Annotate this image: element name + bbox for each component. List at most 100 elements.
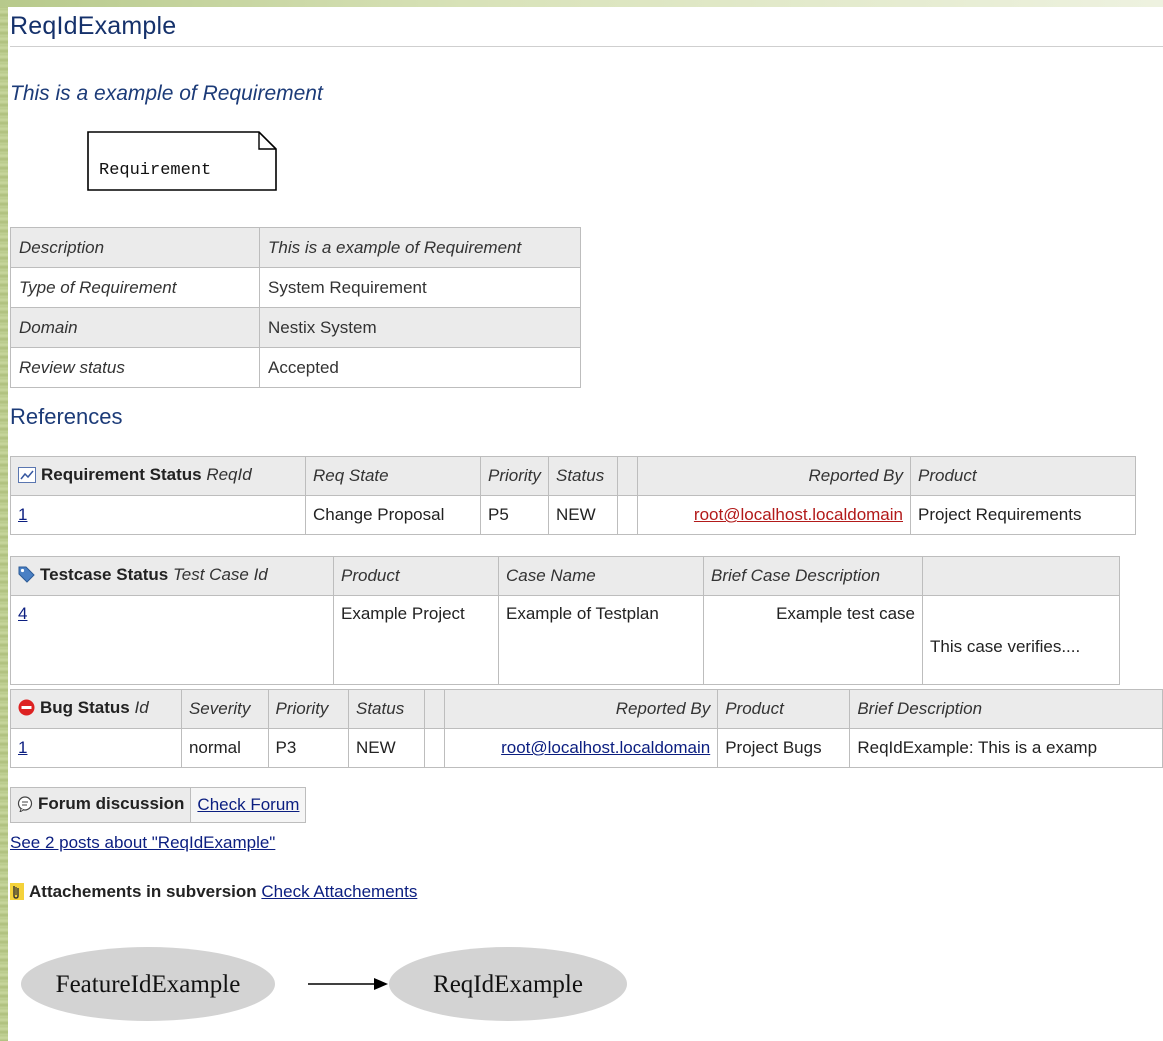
column-header: Status: [347, 689, 426, 729]
status-cell: NEW: [548, 495, 618, 535]
requirement-note-shape: Requirement: [87, 131, 277, 191]
check-forum-link[interactable]: Check Forum: [197, 795, 299, 814]
table-row: Description This is a example of Require…: [10, 227, 581, 268]
property-value: This is a example of Requirement: [259, 227, 581, 268]
left-decor-bar: [0, 0, 8, 1041]
column-header: Priority: [267, 689, 350, 729]
bug-status-header: Bug Status Id: [10, 689, 182, 729]
property-key: Description: [10, 227, 260, 268]
bug-id-link[interactable]: 1: [18, 738, 27, 757]
column-header: Brief Case Description: [703, 556, 923, 596]
property-value: Nestix System: [259, 307, 581, 348]
graph-node-from-label: FeatureIdExample: [56, 971, 241, 998]
id-cell: 4: [10, 595, 334, 685]
table-header-row: Requirement Status ReqId Req State Prior…: [10, 456, 1136, 496]
column-header: Brief Description: [849, 689, 1163, 729]
column-header: Product: [333, 556, 499, 596]
table-row: Type of Requirement System Requirement: [10, 267, 581, 308]
table-row: 4 Example Project Example of Testplan Ex…: [10, 595, 1120, 685]
bug-status-title: Bug Status: [40, 697, 130, 717]
id-column-label: Test Case Id: [172, 564, 268, 584]
forum-title-cell: Forum discussion: [9, 787, 192, 823]
requirement-status-title: Requirement Status: [41, 464, 202, 484]
status-cell: NEW: [347, 728, 426, 768]
title-divider: [10, 46, 1163, 47]
attachments-line: Attachements in subversion Check Attache…: [10, 882, 417, 905]
top-decor-bar: [0, 0, 1163, 7]
dependency-graph: FeatureIdExample ReqIdExample: [21, 947, 627, 1021]
column-header: Product: [910, 456, 1136, 496]
id-column-label: Id: [134, 697, 149, 717]
blank-cell: [424, 728, 446, 768]
column-header: [424, 689, 446, 729]
column-header: Priority: [480, 456, 549, 496]
graph-node-to-label: ReqIdExample: [433, 971, 583, 998]
product-cell: Example Project: [333, 595, 499, 685]
references-heading: References: [10, 404, 123, 429]
column-header: [617, 456, 638, 496]
product-cell: Project Bugs: [717, 728, 851, 768]
testcase-status-header: Testcase Status Test Case Id: [10, 556, 334, 596]
stop-icon: [18, 699, 35, 721]
property-key: Review status: [10, 347, 260, 388]
arrowhead-icon: [374, 978, 388, 990]
check-attachments-link[interactable]: Check Attachements: [261, 882, 417, 901]
table-header-row: Bug Status Id Severity Priority Status R…: [10, 689, 1163, 729]
description-cell: ReqIdExample: This is a examp: [849, 728, 1163, 768]
column-header: Reported By: [637, 456, 911, 496]
priority-cell: P3: [267, 728, 350, 768]
id-cell: 1: [10, 728, 182, 768]
paperclip-icon: [10, 883, 24, 905]
requirement-status-table: Requirement Status ReqId Req State Prior…: [10, 456, 1136, 535]
reporter-link[interactable]: root@localhost.localdomain: [694, 505, 903, 524]
blank-cell: [617, 495, 638, 535]
severity-cell: normal: [180, 728, 269, 768]
table-row: 1 normal P3 NEW root@localhost.localdoma…: [10, 728, 1163, 768]
table-row: 1 Change Proposal P5 NEW root@localhost.…: [10, 495, 1136, 535]
case-name-cell: Example of Testplan: [498, 595, 704, 685]
id-column-label: ReqId: [206, 464, 252, 484]
column-header: Severity: [180, 689, 269, 729]
property-key: Type of Requirement: [10, 267, 260, 308]
testcase-status-table: Testcase Status Test Case Id Product Cas…: [10, 556, 1120, 685]
requirement-status-header: Requirement Status ReqId: [10, 456, 306, 496]
state-cell: Change Proposal: [305, 495, 481, 535]
attachments-title: Attachements in subversion: [29, 882, 257, 901]
property-value: System Requirement: [259, 267, 581, 308]
chart-icon: [18, 466, 36, 488]
reporter-cell: root@localhost.localdomain: [637, 495, 911, 535]
table-row: Domain Nestix System: [10, 307, 581, 348]
property-key: Domain: [10, 307, 260, 348]
forum-link-cell: Check Forum: [190, 787, 307, 823]
column-header: [922, 556, 1120, 596]
column-header: Reported By: [444, 689, 719, 729]
see-posts-link[interactable]: See 2 posts about "ReqIdExample": [10, 833, 275, 853]
page-title: ReqIdExample: [10, 12, 177, 40]
property-value: Accepted: [259, 347, 581, 388]
product-cell: Project Requirements: [910, 495, 1136, 535]
speech-bubble-icon: [17, 795, 33, 817]
table-row: Review status Accepted: [10, 347, 581, 388]
table-row: Forum discussion Check Forum: [9, 787, 307, 823]
reporter-cell: root@localhost.localdomain: [444, 728, 719, 768]
column-header: Product: [717, 689, 851, 729]
requirement-id-link[interactable]: 1: [18, 505, 27, 524]
requirement-note-label: Requirement: [99, 161, 212, 180]
page-subtitle: This is a example of Requirement: [10, 82, 323, 105]
column-header: Status: [548, 456, 618, 496]
reporter-link[interactable]: root@localhost.localdomain: [501, 738, 710, 757]
column-header: Case Name: [498, 556, 704, 596]
bug-status-table: Bug Status Id Severity Priority Status R…: [10, 689, 1163, 768]
forum-title: Forum discussion: [38, 793, 185, 813]
table-header-row: Testcase Status Test Case Id Product Cas…: [10, 556, 1120, 596]
testcase-id-link[interactable]: 4: [18, 604, 27, 623]
priority-cell: P5: [480, 495, 549, 535]
testcase-status-title: Testcase Status: [40, 564, 169, 584]
id-cell: 1: [10, 495, 306, 535]
tag-icon: [18, 566, 35, 588]
forum-discussion-bar: Forum discussion Check Forum: [9, 787, 307, 823]
properties-table: Description This is a example of Require…: [10, 227, 581, 388]
extra-cell: This case verifies....: [922, 595, 1120, 685]
column-header: Req State: [305, 456, 481, 496]
description-cell: Example test case: [703, 595, 923, 685]
